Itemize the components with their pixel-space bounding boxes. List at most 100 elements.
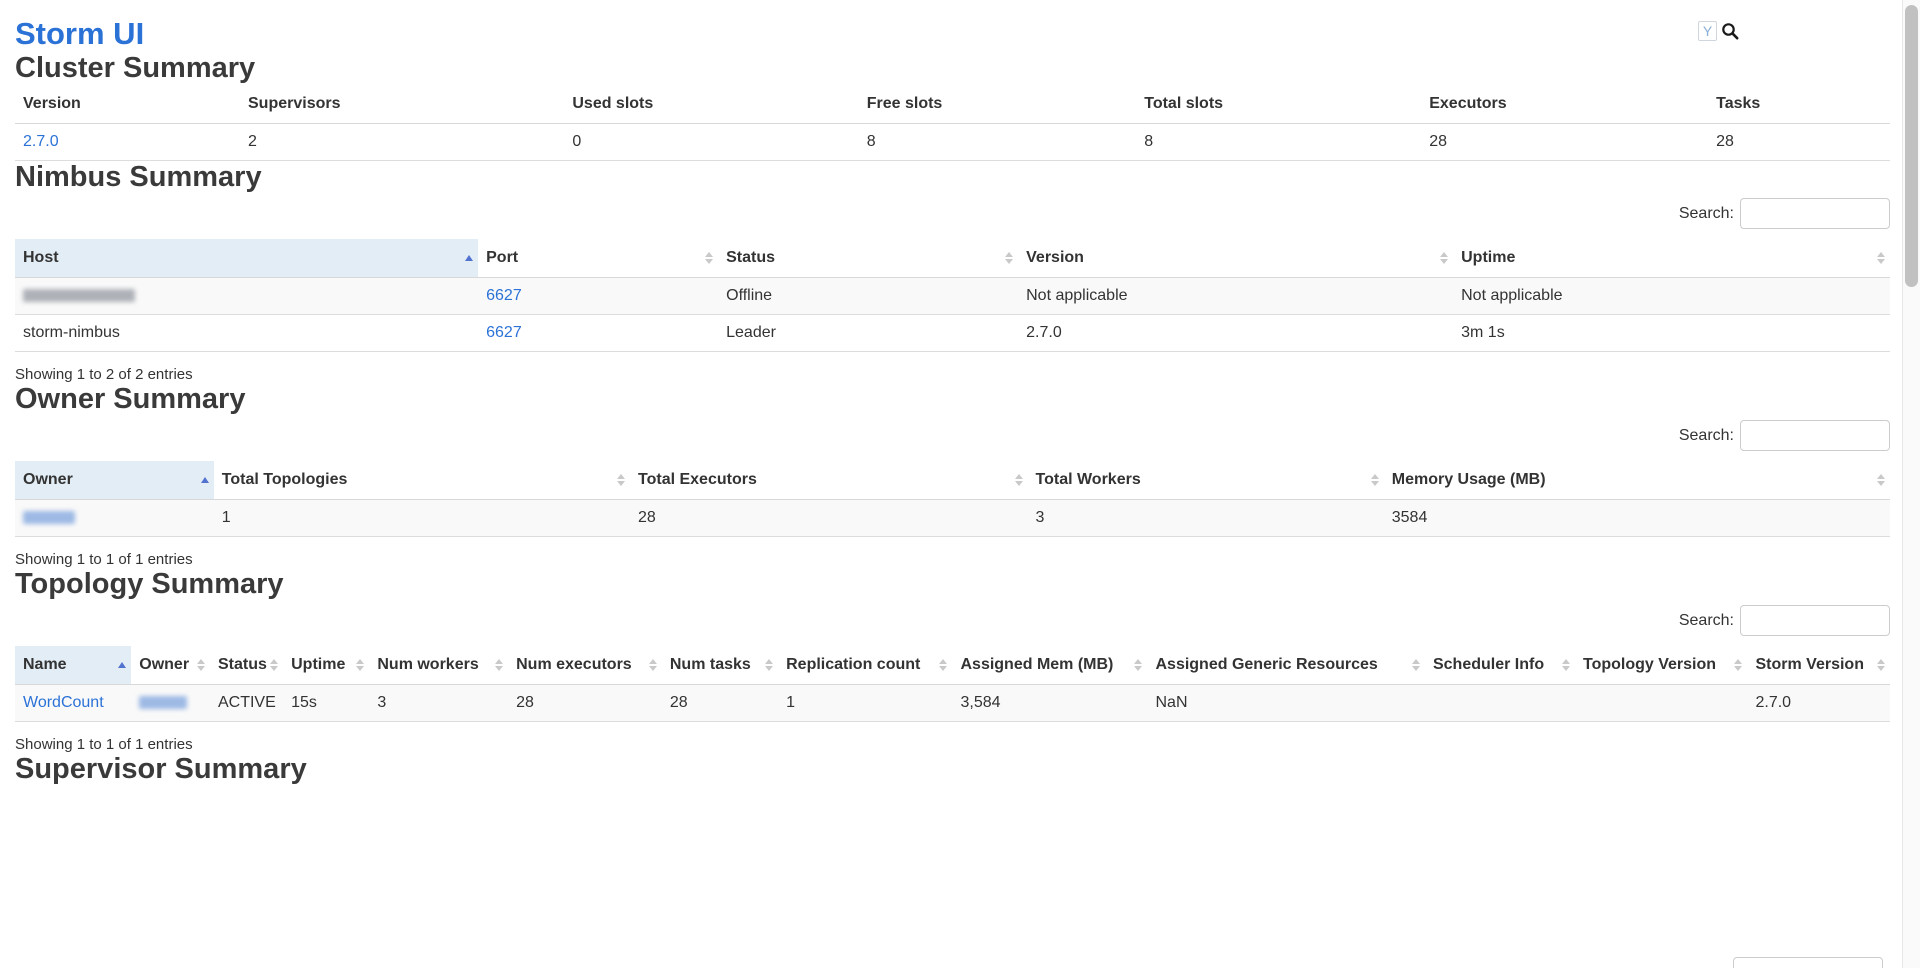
owner-total-executors-value: 28 <box>630 500 1028 537</box>
nimbus-uptime-value: Not applicable <box>1453 278 1890 315</box>
supervisor-search-input[interactable] <box>1733 957 1883 968</box>
col-scheduler-info-sortable[interactable]: Scheduler Info <box>1425 646 1575 685</box>
owner-showing-entries: Showing 1 to 1 of 1 entries <box>15 551 1890 568</box>
col-used-slots: Used slots <box>564 85 858 124</box>
redacted-topology-owner-blur <box>139 696 187 709</box>
cluster-version-link[interactable]: 2.7.0 <box>23 133 59 150</box>
owner-summary-table: Owner Total Topologies Total Executors T… <box>15 461 1890 537</box>
col-num-executors-sortable[interactable]: Num executors <box>508 646 662 685</box>
nimbus-search-input[interactable] <box>1740 198 1890 229</box>
col-num-workers-sortable[interactable]: Num workers <box>369 646 508 685</box>
sort-both-icon <box>1015 474 1023 486</box>
col-num-tasks-label: Num tasks <box>670 656 751 673</box>
sort-both-icon <box>617 474 625 486</box>
col-total-topologies-label: Total Topologies <box>222 471 348 488</box>
col-total-topologies-sortable[interactable]: Total Topologies <box>214 461 630 500</box>
scrollbar-track[interactable] <box>1902 0 1920 968</box>
topology-assigned-mem-value: 3,584 <box>952 685 1147 722</box>
col-owner-label: Owner <box>23 471 73 488</box>
owner-search-input[interactable] <box>1740 420 1890 451</box>
col-owner-sortable[interactable]: Owner <box>15 461 214 500</box>
topology-storm-version-value: 2.7.0 <box>1747 685 1890 722</box>
col-version: Version <box>15 85 240 124</box>
col-replication-count-sortable[interactable]: Replication count <box>778 646 952 685</box>
col-status-label: Status <box>726 249 775 266</box>
col-port-sortable[interactable]: Port <box>478 239 718 278</box>
sort-both-icon <box>1877 252 1885 264</box>
topology-version-value <box>1575 685 1748 722</box>
supervisor-summary-heading: Supervisor Summary <box>15 753 1890 786</box>
topology-summary-heading: Topology Summary <box>15 568 1890 601</box>
sort-both-icon <box>705 252 713 264</box>
col-assigned-mem-label: Assigned Mem (MB) <box>960 656 1113 673</box>
cluster-header-row: Version Supervisors Used slots Free slot… <box>15 85 1890 124</box>
storm-ui-page: Storm UI Cluster Summary Version Supervi… <box>15 16 1890 786</box>
topology-status-value: ACTIVE <box>210 685 283 722</box>
topology-filter-input[interactable] <box>1698 21 1717 41</box>
col-storm-version-label: Storm Version <box>1755 656 1863 673</box>
topology-num-workers-value: 3 <box>369 685 508 722</box>
col-uptime-sortable[interactable]: Uptime <box>1453 239 1890 278</box>
nimbus-row-offline: 6627 Offline Not applicable Not applicab… <box>15 278 1890 315</box>
scrollbar-thumb[interactable] <box>1905 5 1918 287</box>
col-total-executors-sortable[interactable]: Total Executors <box>630 461 1028 500</box>
owner-total-topologies-value: 1 <box>214 500 630 537</box>
col-topo-status-sortable[interactable]: Status <box>210 646 283 685</box>
topology-search-input[interactable] <box>1740 605 1890 636</box>
col-name-sortable[interactable]: Name <box>15 646 131 685</box>
col-topology-version-label: Topology Version <box>1583 656 1716 673</box>
app-title[interactable]: Storm UI <box>15 16 1890 52</box>
sort-both-icon <box>495 659 503 671</box>
owner-data-row: 1 28 3 3584 <box>15 500 1890 537</box>
topology-search-bar: Search: <box>15 605 1890 636</box>
topology-name-link[interactable]: WordCount <box>23 694 104 711</box>
col-memory-usage-sortable[interactable]: Memory Usage (MB) <box>1384 461 1890 500</box>
col-assigned-mem-sortable[interactable]: Assigned Mem (MB) <box>952 646 1147 685</box>
sort-both-icon <box>1134 659 1142 671</box>
cluster-supervisors-value: 2 <box>240 124 564 161</box>
sort-both-icon <box>1440 252 1448 264</box>
search-icon[interactable] <box>1720 21 1740 41</box>
nimbus-header-row: Host Port Status Version Uptime <box>15 239 1890 278</box>
cluster-data-row: 2.7.0 2 0 8 8 28 28 <box>15 124 1890 161</box>
col-version-label: Version <box>1026 249 1084 266</box>
topology-scheduler-info-value <box>1425 685 1575 722</box>
topology-assigned-generic-resources-value: NaN <box>1147 685 1425 722</box>
sort-both-icon <box>649 659 657 671</box>
col-assigned-generic-resources-label: Assigned Generic Resources <box>1155 656 1377 673</box>
col-num-tasks-sortable[interactable]: Num tasks <box>662 646 778 685</box>
nimbus-uptime-value: 3m 1s <box>1453 315 1890 352</box>
col-storm-version-sortable[interactable]: Storm Version <box>1747 646 1890 685</box>
nimbus-version-value: Not applicable <box>1018 278 1453 315</box>
owner-search-label: Search: <box>1679 427 1734 445</box>
nimbus-row-leader: storm-nimbus 6627 Leader 2.7.0 3m 1s <box>15 315 1890 352</box>
cluster-summary-table: Version Supervisors Used slots Free slot… <box>15 85 1890 161</box>
topology-header-row: Name Owner Status Uptime Num workers <box>15 646 1890 685</box>
col-status-sortable[interactable]: Status <box>718 239 1018 278</box>
col-assigned-generic-resources-sortable[interactable]: Assigned Generic Resources <box>1147 646 1425 685</box>
nimbus-port-link[interactable]: 6627 <box>486 324 522 341</box>
col-topo-uptime-sortable[interactable]: Uptime <box>283 646 369 685</box>
nimbus-showing-entries: Showing 1 to 2 of 2 entries <box>15 366 1890 383</box>
col-version-sortable[interactable]: Version <box>1018 239 1453 278</box>
col-tasks: Tasks <box>1708 85 1890 124</box>
nimbus-port-link[interactable]: 6627 <box>486 287 522 304</box>
owner-summary-heading: Owner Summary <box>15 383 1890 416</box>
col-topology-version-sortable[interactable]: Topology Version <box>1575 646 1748 685</box>
nimbus-summary-table: Host Port Status Version Uptime <box>15 239 1890 352</box>
col-total-executors-label: Total Executors <box>638 471 757 488</box>
sort-both-icon <box>1005 252 1013 264</box>
owner-memory-usage-value: 3584 <box>1384 500 1890 537</box>
cluster-total-slots-value: 8 <box>1136 124 1421 161</box>
col-total-workers-sortable[interactable]: Total Workers <box>1028 461 1384 500</box>
cluster-used-slots-value: 0 <box>564 124 858 161</box>
col-num-workers-label: Num workers <box>377 656 478 673</box>
col-topo-status-label: Status <box>218 656 267 673</box>
sort-both-icon <box>1734 659 1742 671</box>
topology-num-executors-value: 28 <box>508 685 662 722</box>
redacted-owner-blur[interactable] <box>23 511 75 524</box>
col-topo-owner-sortable[interactable]: Owner <box>131 646 210 685</box>
col-host-sortable[interactable]: Host <box>15 239 478 278</box>
topology-search-label: Search: <box>1679 612 1734 630</box>
col-topo-uptime-label: Uptime <box>291 656 345 673</box>
